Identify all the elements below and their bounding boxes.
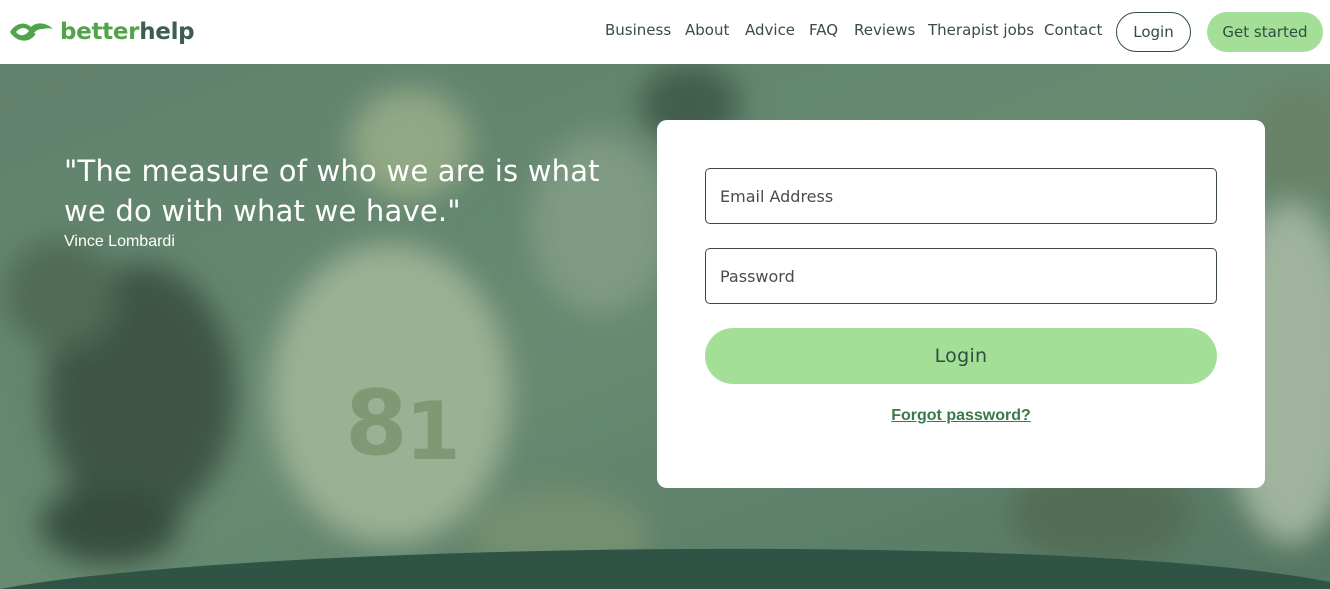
site-header: betterhelp Business About Advice FAQ Rev…	[0, 0, 1330, 64]
header-login-button[interactable]: Login	[1116, 12, 1191, 52]
email-field[interactable]: Email Address	[705, 168, 1217, 224]
nav-link-faq[interactable]: FAQ	[809, 21, 838, 39]
bottom-wave-divider	[0, 548, 1330, 589]
nav-link-about[interactable]: About	[685, 21, 729, 39]
nav-link-contact[interactable]: Contact	[1044, 21, 1102, 39]
hero-quote: "The measure of who we are is what we do…	[64, 154, 600, 228]
nav-link-business[interactable]: Business	[605, 21, 671, 39]
hero-section: 8 1 "The measure of who we are is what w…	[0, 64, 1330, 589]
brand-logo[interactable]: betterhelp	[7, 14, 195, 50]
quote-author: Vince Lombardi	[64, 233, 175, 250]
nav-link-reviews[interactable]: Reviews	[854, 21, 915, 39]
nav-link-therapist-jobs[interactable]: Therapist jobs	[928, 21, 1034, 39]
brand-name: betterhelp	[60, 18, 195, 45]
login-submit-button[interactable]: Login	[705, 328, 1217, 384]
nav-link-advice[interactable]: Advice	[745, 21, 795, 39]
brand-name-better: better	[60, 18, 140, 45]
brand-name-help: help	[139, 18, 195, 45]
password-field[interactable]: Password	[705, 248, 1217, 304]
login-card: Email Address Password Login Forgot pass…	[657, 120, 1265, 488]
forgot-password-link[interactable]: Forgot password?	[657, 407, 1265, 425]
get-started-button[interactable]: Get started	[1207, 12, 1323, 52]
leaf-logo-icon	[10, 23, 53, 41]
